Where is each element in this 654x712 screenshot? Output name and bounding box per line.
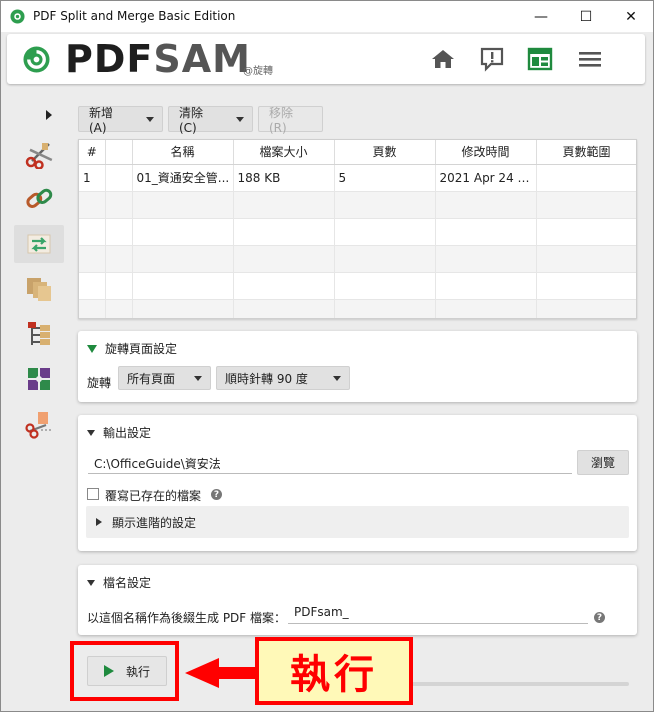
output-settings-header[interactable]: 輸出設定	[87, 424, 151, 441]
pages-select[interactable]: 所有頁面	[118, 366, 211, 390]
logo-wordmark: PDFSAM	[65, 37, 251, 81]
maximize-button[interactable]: ☐	[563, 1, 609, 32]
filename-settings-title: 檔名設定	[103, 576, 152, 590]
cell-page-range[interactable]	[536, 164, 636, 192]
table-header-row: # 名稱 檔案大小 頁數 修改時間 頁數範圍	[79, 140, 636, 165]
home-icon[interactable]	[429, 46, 457, 72]
cell-size: 188 KB	[233, 164, 335, 192]
stacked-pages-icon	[27, 278, 51, 301]
output-path-input[interactable]: C:\OfficeGuide\資安法	[88, 452, 572, 474]
rotate-settings-header[interactable]: 旋轉頁面設定	[87, 340, 177, 357]
chevron-down-icon	[333, 375, 341, 381]
close-button[interactable]: ✕	[608, 1, 654, 32]
tool-alternate-mix[interactable]	[14, 360, 64, 398]
overwrite-checkbox[interactable]	[87, 488, 99, 500]
output-settings-panel: 輸出設定 C:\OfficeGuide\資安法 瀏覽 覆寫已存在的檔案 ? 顯示…	[78, 415, 637, 551]
clear-button-label: 清除 (C)	[179, 105, 204, 135]
column-header-size[interactable]: 檔案大小	[233, 140, 335, 165]
add-button-label: 新增 (A)	[89, 105, 114, 135]
app-header: PDFSAM @旋轉	[7, 34, 645, 84]
column-header-lock[interactable]	[105, 140, 133, 165]
logo-pdf: PDF	[65, 37, 154, 81]
browse-button[interactable]: 瀏覽	[577, 450, 629, 475]
tool-split-by-bookmarks[interactable]	[14, 315, 64, 353]
help-icon[interactable]: ?	[211, 489, 222, 500]
cell-lock	[105, 164, 133, 192]
angle-select[interactable]: 順時針轉 90 度	[216, 366, 350, 390]
title-bar: PDF Split and Merge Basic Edition — ☐ ✕	[1, 1, 653, 32]
prefix-label: 以這個名稱作為後綴生成 PDF 檔案：	[87, 611, 287, 625]
run-button-label: 執行	[126, 664, 151, 679]
cell-name: 01_資通安全管...	[132, 164, 234, 192]
clear-dropdown-caret-icon	[236, 116, 244, 122]
red-arrow-annotation-icon	[185, 658, 261, 688]
clear-button[interactable]: 清除 (C)	[168, 105, 253, 135]
rotate-settings-title: 旋轉頁面設定	[105, 342, 178, 356]
expand-triangle-icon	[96, 518, 102, 526]
tool-rotate[interactable]	[14, 225, 64, 263]
tool-merge[interactable]	[14, 180, 64, 218]
collapse-triangle-icon	[87, 579, 95, 586]
hamburger-menu-icon[interactable]	[576, 46, 604, 72]
tool-split[interactable]	[14, 135, 64, 173]
puzzle-shuffle-icon	[28, 368, 50, 390]
column-header-page-range[interactable]: 頁數範圍	[536, 140, 636, 165]
scissors-extract-icon	[25, 412, 51, 439]
file-table[interactable]: # 名稱 檔案大小 頁數 修改時間 頁數範圍 1 01_資通安全管... 188…	[78, 139, 637, 319]
pdfsam-app-icon	[10, 9, 25, 24]
pages-select-value: 所有頁面	[127, 371, 176, 386]
filename-settings-panel: 檔名設定 以這個名稱作為後綴生成 PDF 檔案： PDFsam_ ?	[78, 565, 637, 635]
window-title: PDF Split and Merge Basic Edition	[33, 9, 236, 23]
empty-row	[79, 245, 636, 273]
filename-settings-header[interactable]: 檔名設定	[87, 574, 151, 591]
empty-row	[79, 299, 636, 318]
advanced-settings-label: 顯示進階的設定	[112, 515, 197, 530]
advanced-settings-toggle[interactable]: 顯示進階的設定	[86, 506, 629, 538]
add-dropdown-caret-icon	[146, 116, 154, 122]
column-header-modified[interactable]: 修改時間	[435, 140, 537, 165]
empty-row	[79, 191, 636, 219]
cell-pages: 5	[334, 164, 436, 192]
chain-link-merge-icon	[26, 188, 53, 208]
run-button[interactable]: 執行	[87, 656, 167, 686]
column-header-name[interactable]: 名稱	[132, 140, 234, 165]
empty-row	[79, 218, 636, 246]
help-icon[interactable]: ?	[594, 612, 605, 623]
minimize-button[interactable]: —	[518, 1, 564, 32]
rotate-label: 旋轉	[87, 376, 112, 390]
add-button[interactable]: 新增 (A)	[78, 105, 163, 135]
output-settings-title: 輸出設定	[103, 426, 152, 440]
cell-index: 1	[79, 164, 106, 192]
collapse-triangle-icon	[87, 344, 97, 353]
news-alert-icon[interactable]	[478, 46, 506, 72]
tool-extract[interactable]	[14, 405, 64, 443]
play-icon	[104, 665, 114, 677]
chevron-down-icon	[194, 375, 202, 381]
scissors-split-icon	[25, 143, 53, 169]
column-header-pages[interactable]: 頁數	[334, 140, 436, 165]
logo-sam: SAM	[153, 37, 251, 81]
tool-mix[interactable]	[14, 270, 64, 308]
app-window: PDF Split and Merge Basic Edition — ☐ ✕ …	[0, 0, 654, 712]
remove-button[interactable]: 移除 (R)	[258, 105, 323, 135]
tree-branch-icon	[28, 322, 50, 345]
table-row[interactable]: 1 01_資通安全管... 188 KB 5 2021 Apr 24 1...	[79, 164, 636, 192]
overwrite-label: 覆寫已存在的檔案	[105, 489, 202, 503]
cell-modified: 2021 Apr 24 1...	[435, 164, 537, 192]
rotate-arrows-icon	[27, 234, 51, 254]
empty-row	[79, 272, 636, 300]
rotate-settings-panel: 旋轉頁面設定 旋轉 所有頁面 順時針轉 90 度	[78, 331, 637, 402]
run-callout-annotation: 執行	[255, 637, 413, 705]
module-tag: @旋轉	[243, 66, 273, 77]
prefix-input[interactable]: PDFsam_	[288, 602, 588, 624]
progress-bar	[411, 682, 629, 686]
sidebar-expand-arrow-icon[interactable]	[46, 110, 52, 120]
pdfsam-logo-icon	[23, 46, 50, 73]
angle-select-value: 順時針轉 90 度	[225, 371, 308, 386]
remove-button-label: 移除 (R)	[269, 105, 294, 135]
dashboard-icon[interactable]	[526, 46, 554, 72]
column-header-index[interactable]: #	[79, 140, 106, 165]
collapse-triangle-icon	[87, 429, 95, 436]
